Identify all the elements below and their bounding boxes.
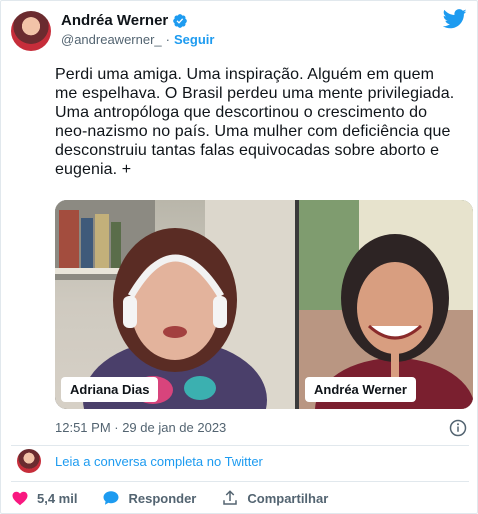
read-conversation-link[interactable]: Leia a conversa completa no Twitter (55, 454, 263, 469)
divider-top (11, 445, 469, 446)
author-name[interactable]: Andréa Werner (61, 12, 168, 29)
participant-label-right: Andréa Werner (305, 377, 416, 402)
share-icon (223, 490, 238, 505)
info-icon[interactable] (449, 419, 467, 437)
reply-bubble-icon (103, 491, 119, 505)
video-panel-right[interactable]: Andréa Werner (299, 200, 473, 409)
author-name-row[interactable]: Andréa Werner (61, 12, 188, 29)
divider-bottom (11, 481, 469, 482)
author-handle[interactable]: @andreawerner_ (61, 32, 162, 47)
participant-label-left: Adriana Dias (61, 377, 159, 402)
verified-badge-icon (172, 13, 188, 29)
tweet-media[interactable]: Adriana Dias Andréa Werner (55, 200, 473, 409)
tweet-text: Perdi uma amiga. Uma inspiração. Alguém … (55, 66, 459, 178)
tweet-card: Andréa Werner @andreawerner_ · Seguir Pe… (0, 0, 478, 514)
like-button[interactable]: 5,4 mil (11, 489, 77, 507)
share-label: Compartilhar (247, 490, 329, 506)
share-button[interactable]: Compartilhar (221, 489, 328, 507)
handle-row: @andreawerner_ · Seguir (61, 32, 214, 47)
follow-button[interactable]: Seguir (174, 32, 214, 47)
author-avatar[interactable] (11, 11, 51, 51)
reply-label: Responder (128, 490, 197, 506)
tweet-timestamp[interactable]: 12:51 PM · 29 de jan de 2023 (55, 420, 226, 435)
reply-button[interactable]: Responder (102, 489, 196, 507)
heart-icon (12, 491, 28, 506)
reply-avatar[interactable] (17, 449, 41, 473)
twitter-bird-icon[interactable] (443, 9, 467, 29)
handle-separator: · (165, 32, 170, 47)
video-panel-left[interactable]: Adriana Dias (55, 200, 295, 409)
like-count: 5,4 mil (37, 490, 78, 506)
action-bar: 5,4 mil Responder Compartilhar (11, 489, 353, 507)
